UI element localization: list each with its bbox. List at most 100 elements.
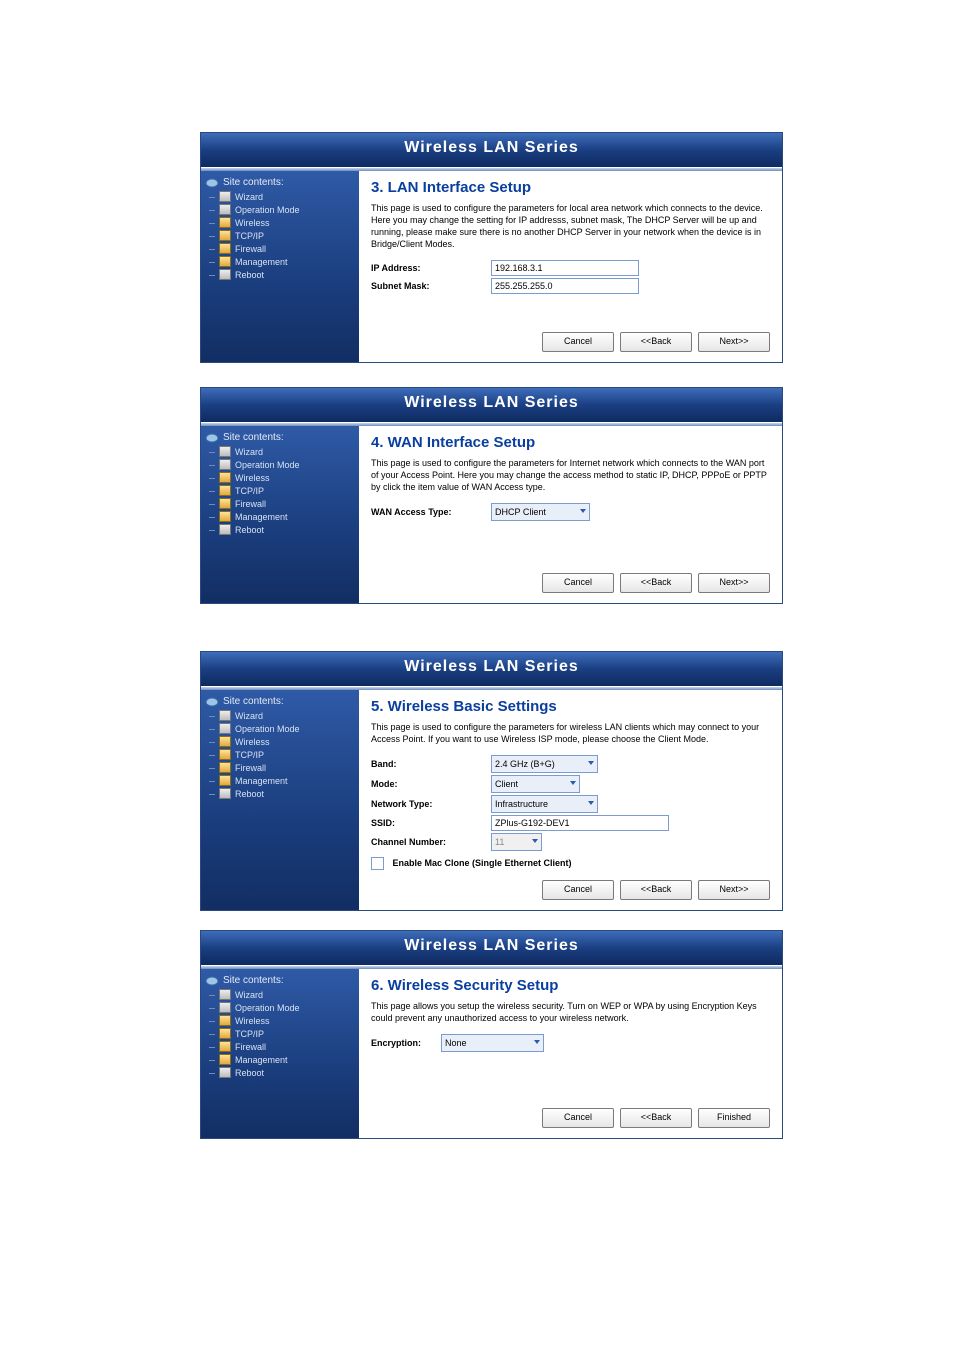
folder-icon — [219, 775, 231, 786]
page-icon — [219, 1067, 231, 1078]
folder-icon — [219, 1028, 231, 1039]
folder-icon — [219, 472, 231, 483]
back-button[interactable]: <<Back — [620, 880, 692, 900]
mac-clone-checkbox[interactable] — [371, 857, 384, 870]
sidebar-item-label: Operation Mode — [235, 460, 300, 470]
folder-icon — [219, 498, 231, 509]
sidebar-item-management[interactable]: Management — [205, 1053, 355, 1066]
sidebar-item-tcp/ip[interactable]: TCP/IP — [205, 748, 355, 761]
app-title: Wireless LAN Series — [404, 394, 578, 411]
sidebar-item-label: Operation Mode — [235, 724, 300, 734]
sidebar-item-firewall[interactable]: Firewall — [205, 1040, 355, 1053]
sidebar-item-firewall[interactable]: Firewall — [205, 497, 355, 510]
next-button[interactable]: Next>> — [698, 573, 770, 593]
step-description: This page allows you setup the wireless … — [371, 1000, 770, 1024]
cancel-button[interactable]: Cancel — [542, 573, 614, 593]
sidebar-item-label: Firewall — [235, 244, 266, 254]
sidebar-item-label: Reboot — [235, 789, 264, 799]
next-button[interactable]: Next>> — [698, 880, 770, 900]
page-icon — [219, 723, 231, 734]
sidebar-item-wizard[interactable]: Wizard — [205, 709, 355, 722]
finish-button[interactable]: Finished — [698, 1108, 770, 1128]
sidebar-item-label: Wireless — [235, 473, 270, 483]
back-button[interactable]: <<Back — [620, 1108, 692, 1128]
globe-icon — [205, 697, 219, 707]
wan-access-type-select[interactable]: DHCP Client — [491, 503, 590, 521]
sidebar-item-firewall[interactable]: Firewall — [205, 761, 355, 774]
back-button[interactable]: <<Back — [620, 332, 692, 352]
panel-wan: Wireless LAN Series Site contents: Wizar… — [200, 387, 783, 604]
sidebar-item-operation mode[interactable]: Operation Mode — [205, 203, 355, 216]
sidebar-item-label: TCP/IP — [235, 231, 264, 241]
page-icon — [219, 204, 231, 215]
sidebar-item-reboot[interactable]: Reboot — [205, 523, 355, 536]
sidebar-item-management[interactable]: Management — [205, 510, 355, 523]
cancel-button[interactable]: Cancel — [542, 332, 614, 352]
network-type-label: Network Type: — [371, 799, 491, 809]
folder-icon — [219, 749, 231, 760]
content-area: 4. WAN Interface Setup This page is used… — [359, 426, 782, 603]
sidebar-item-label: Wizard — [235, 447, 263, 457]
sidebar-item-wizard[interactable]: Wizard — [205, 445, 355, 458]
ip-address-label: IP Address: — [371, 263, 491, 273]
subnet-mask-input[interactable] — [491, 278, 639, 294]
band-select[interactable]: 2.4 GHz (B+G) — [491, 755, 598, 773]
ssid-input[interactable] — [491, 815, 669, 831]
folder-icon — [219, 1015, 231, 1026]
encryption-select[interactable]: None — [441, 1034, 544, 1052]
folder-icon — [219, 762, 231, 773]
sidebar-item-management[interactable]: Management — [205, 255, 355, 268]
sidebar-item-operation mode[interactable]: Operation Mode — [205, 1001, 355, 1014]
sidebar-item-management[interactable]: Management — [205, 774, 355, 787]
ip-address-input[interactable] — [491, 260, 639, 276]
sidebar-item-tcp/ip[interactable]: TCP/IP — [205, 484, 355, 497]
sidebar-item-tcp/ip[interactable]: TCP/IP — [205, 1027, 355, 1040]
sidebar-item-firewall[interactable]: Firewall — [205, 242, 355, 255]
sidebar-item-wireless[interactable]: Wireless — [205, 216, 355, 229]
mode-select[interactable]: Client — [491, 775, 580, 793]
cancel-button[interactable]: Cancel — [542, 1108, 614, 1128]
sidebar-item-label: Management — [235, 776, 288, 786]
content-area: 5. Wireless Basic Settings This page is … — [359, 690, 782, 910]
app-title: Wireless LAN Series — [404, 139, 578, 156]
sidebar-item-label: Wizard — [235, 711, 263, 721]
button-row: Cancel <<Back Next>> — [371, 565, 770, 593]
sidebar: Site contents: Wizard Operation Mode Wir… — [201, 690, 359, 910]
page-icon — [219, 459, 231, 470]
sidebar-header-label: Site contents: — [223, 975, 284, 986]
button-row: Cancel <<Back Next>> — [371, 324, 770, 352]
panel-lan: Wireless LAN Series Site contents: Wizar… — [200, 132, 783, 363]
sidebar-item-label: Operation Mode — [235, 1003, 300, 1013]
sidebar-item-wireless[interactable]: Wireless — [205, 471, 355, 484]
sidebar-item-wireless[interactable]: Wireless — [205, 1014, 355, 1027]
sidebar-item-label: Wizard — [235, 990, 263, 1000]
sidebar-item-wizard[interactable]: Wizard — [205, 988, 355, 1001]
cancel-button[interactable]: Cancel — [542, 880, 614, 900]
page-icon — [219, 710, 231, 721]
sidebar: Site contents: Wizard Operation Mode Wir… — [201, 171, 359, 362]
sidebar-item-tcp/ip[interactable]: TCP/IP — [205, 229, 355, 242]
page-icon — [219, 524, 231, 535]
sidebar-item-wizard[interactable]: Wizard — [205, 190, 355, 203]
sidebar-item-reboot[interactable]: Reboot — [205, 787, 355, 800]
sidebar-item-label: Wireless — [235, 737, 270, 747]
mac-clone-label: Enable Mac Clone (Single Ethernet Client… — [393, 858, 572, 868]
globe-icon — [205, 178, 219, 188]
page-icon — [219, 788, 231, 799]
folder-icon — [219, 256, 231, 267]
folder-icon — [219, 243, 231, 254]
sidebar-item-label: Operation Mode — [235, 205, 300, 215]
subnet-mask-label: Subnet Mask: — [371, 281, 491, 291]
sidebar-item-wireless[interactable]: Wireless — [205, 735, 355, 748]
channel-number-label: Channel Number: — [371, 837, 491, 847]
sidebar-item-label: Reboot — [235, 270, 264, 280]
sidebar-item-operation mode[interactable]: Operation Mode — [205, 458, 355, 471]
sidebar-item-reboot[interactable]: Reboot — [205, 1066, 355, 1079]
title-bar: Wireless LAN Series — [201, 133, 782, 167]
button-row: Cancel <<Back Finished — [371, 1100, 770, 1128]
network-type-select[interactable]: Infrastructure — [491, 795, 598, 813]
sidebar-item-operation mode[interactable]: Operation Mode — [205, 722, 355, 735]
next-button[interactable]: Next>> — [698, 332, 770, 352]
sidebar-item-reboot[interactable]: Reboot — [205, 268, 355, 281]
back-button[interactable]: <<Back — [620, 573, 692, 593]
